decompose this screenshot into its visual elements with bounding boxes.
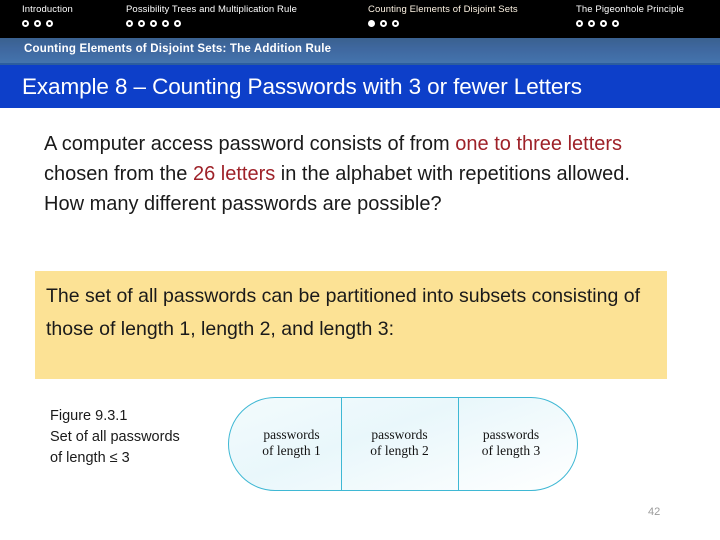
nav-dot-icon[interactable] xyxy=(576,20,583,27)
top-navigation-bar: Introduction Possibility Trees and Multip… xyxy=(0,0,720,38)
diagram-cell-length-3: passwords of length 3 xyxy=(458,427,564,459)
diagram-cell-3-line-1: passwords xyxy=(482,427,540,442)
nav-dot-icon[interactable] xyxy=(34,20,41,27)
nav-section-2[interactable]: Counting Elements of Disjoint Sets xyxy=(368,0,518,38)
diagram-cell-length-1: passwords of length 1 xyxy=(242,427,341,459)
section-subtitle-bar: Counting Elements of Disjoint Sets: The … xyxy=(0,38,720,65)
figure-caption-line-2: Set of all passwords xyxy=(50,429,180,445)
problem-text-part-1: A computer access password consists of f… xyxy=(44,133,456,155)
nav-section-dots xyxy=(576,15,684,27)
nav-section-1[interactable]: Possibility Trees and Multiplication Rul… xyxy=(126,0,297,38)
problem-text-part-2: chosen from the xyxy=(44,163,193,185)
nav-section-label: Counting Elements of Disjoint Sets xyxy=(368,4,518,15)
page-number: 42 xyxy=(648,506,661,518)
diagram-cell-1-line-1: passwords xyxy=(263,427,320,442)
problem-highlight-26-letters: 26 letters xyxy=(192,163,276,185)
password-partition-diagram: passwords of length 1 passwords of lengt… xyxy=(228,397,578,491)
nav-dot-icon[interactable] xyxy=(150,20,157,27)
nav-dot-icon[interactable] xyxy=(380,20,387,27)
problem-statement: A computer access password consists of f… xyxy=(44,129,664,219)
figure-caption: Figure 9.3.1 Set of all passwords of len… xyxy=(50,406,230,469)
nav-dot-icon[interactable] xyxy=(126,20,133,27)
figure-caption-line-3: of length ≤ 3 xyxy=(50,450,130,466)
section-subtitle-text: Counting Elements of Disjoint Sets: The … xyxy=(24,43,332,55)
nav-section-3[interactable]: The Pigeonhole Principle xyxy=(576,0,684,38)
nav-section-label: The Pigeonhole Principle xyxy=(576,4,685,15)
nav-dot-icon[interactable] xyxy=(22,20,29,27)
slide-title-banner: Example 8 – Counting Passwords with 3 or… xyxy=(0,65,720,108)
nav-dot-icon[interactable] xyxy=(392,20,399,27)
nav-dot-icon[interactable] xyxy=(600,20,607,27)
nav-dot-icon[interactable] xyxy=(588,20,595,27)
nav-dot-active-icon[interactable] xyxy=(368,20,375,27)
nav-dot-icon[interactable] xyxy=(138,20,145,27)
diagram-cell-2-line-2: of length 2 xyxy=(370,443,429,458)
problem-highlight-one-to-three-letters: one to three letters xyxy=(455,133,623,155)
nav-section-dots xyxy=(22,15,73,27)
nav-dot-icon[interactable] xyxy=(46,20,53,27)
nav-section-label: Introduction xyxy=(22,4,73,15)
diagram-cell-3-line-2: of length 3 xyxy=(481,443,541,458)
partition-callout-text: The set of all passwords can be partitio… xyxy=(46,285,640,340)
nav-section-dots xyxy=(126,15,297,27)
nav-section-0[interactable]: Introduction xyxy=(22,0,73,38)
diagram-cell-2-line-1: passwords xyxy=(371,427,428,442)
diagram-cell-length-2: passwords of length 2 xyxy=(341,427,458,459)
figure-caption-line-1: Figure 9.3.1 xyxy=(50,408,128,424)
slide-title-text: Example 8 – Counting Passwords with 3 or… xyxy=(22,73,582,99)
nav-section-label: Possibility Trees and Multiplication Rul… xyxy=(126,4,297,15)
nav-dot-icon[interactable] xyxy=(612,20,619,27)
nav-section-dots xyxy=(368,15,518,27)
diagram-cell-1-line-2: of length 1 xyxy=(262,443,321,458)
partition-callout-box: The set of all passwords can be partitio… xyxy=(35,271,667,379)
nav-dot-icon[interactable] xyxy=(174,20,181,27)
nav-dot-icon[interactable] xyxy=(162,20,169,27)
